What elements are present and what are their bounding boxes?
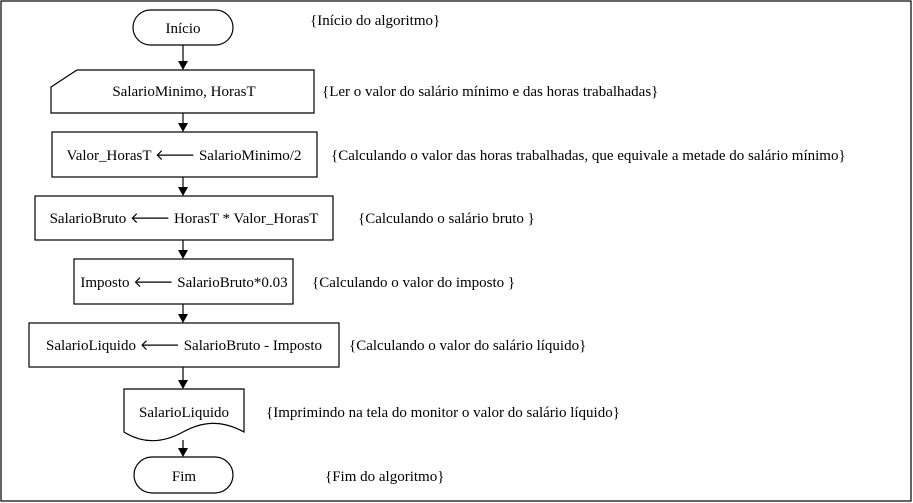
input-node: SalarioMinimo, HorasT [50, 69, 315, 114]
start-comment: {Início do algoritmo} [310, 13, 440, 29]
process-imposto: Imposto 🡐 SalarioBruto*0.03 [73, 258, 294, 305]
end-terminator: Fim [133, 456, 234, 494]
output-document-label: SalarioLiquido [139, 405, 229, 421]
output-document-comment: {Imprimindo na tela do monitor o valor d… [266, 405, 620, 421]
end-label: Fim [172, 469, 197, 485]
process-salario-bruto-comment: {Calculando o salário bruto } [358, 211, 535, 227]
input-comment: {Ler o valor do salário mínimo e das hor… [322, 84, 658, 100]
process-imposto-label: Imposto 🡐 SalarioBruto*0.03 [80, 275, 287, 291]
process-salario-bruto-label: SalarioBruto 🡐 HorasT * Valor_HorasT [50, 211, 319, 227]
start-terminator: Início [132, 9, 234, 46]
start-label: Início [166, 21, 201, 37]
end-comment: {Fim do algoritmo} [325, 469, 444, 485]
process-salario-bruto: SalarioBruto 🡐 HorasT * Valor_HorasT [34, 195, 334, 241]
process-salario-liquido-label: SalarioLiquido 🡐 SalarioBruto - Imposto [46, 338, 322, 354]
process-salario-liquido: SalarioLiquido 🡐 SalarioBruto - Imposto [28, 322, 340, 368]
process-imposto-comment: {Calculando o valor do imposto } [312, 275, 515, 291]
process-valor-horas-comment: {Calculando o valor das horas trabalhada… [331, 148, 846, 164]
flowchart-diagram: Início {Início do algoritmo} SalarioMini… [0, 0, 912, 502]
input-label: SalarioMinimo, HorasT [112, 84, 255, 100]
process-valor-horas: Valor_HorasT 🡐 SalarioMinimo/2 [51, 131, 318, 178]
process-salario-liquido-comment: {Calculando o valor do salário líquido} [349, 338, 586, 354]
process-valor-horas-label: Valor_HorasT 🡐 SalarioMinimo/2 [67, 148, 302, 164]
